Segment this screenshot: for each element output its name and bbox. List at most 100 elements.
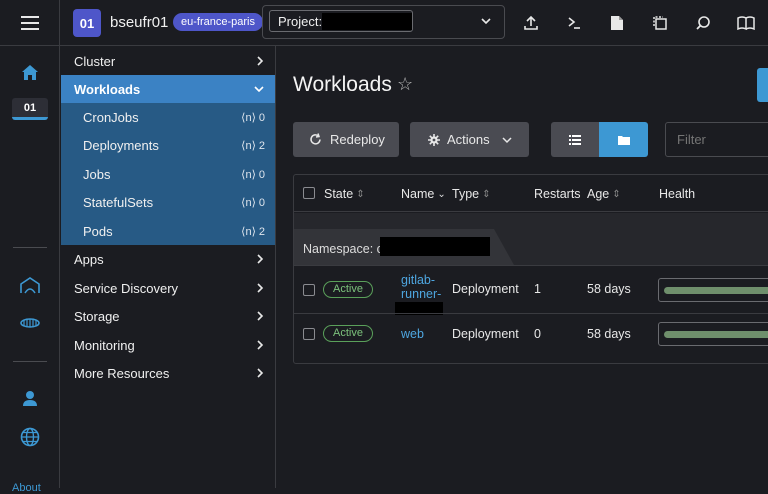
helm-icon <box>20 318 40 328</box>
folder-icon <box>617 135 630 145</box>
nav-jobs[interactable]: Jobs ⟨n⟩ 0 <box>61 160 275 188</box>
filter-input[interactable] <box>665 122 768 157</box>
resource-count: ⟨n⟩ 0 <box>241 196 265 210</box>
copy-kubeconfig-button[interactable] <box>638 0 682 46</box>
column-label: Restarts <box>534 187 581 201</box>
column-header-name[interactable]: Name ⌄ <box>401 187 446 201</box>
row-checkbox[interactable] <box>303 328 315 340</box>
globe-icon <box>20 427 40 447</box>
count-value: 2 <box>258 139 265 152</box>
view-toggle <box>551 122 648 157</box>
namespace-group-header: Namespace: c- <box>294 213 768 265</box>
gear-icon <box>428 133 440 146</box>
nav-cronjobs[interactable]: CronJobs ⟨n⟩ 0 <box>61 103 275 131</box>
list-icon <box>569 134 581 145</box>
fleet-icon <box>20 277 40 294</box>
app-rail: 01 About <box>0 46 60 494</box>
table-row: Active web Deployment 0 58 days <box>294 313 768 354</box>
chevron-right-icon <box>255 54 265 71</box>
docs-button[interactable] <box>724 0 768 46</box>
resource-count: ⟨n⟩ 2 <box>241 225 265 239</box>
health-bar-fill <box>664 331 768 338</box>
cluster-badge: 01 <box>73 9 101 37</box>
cluster-management-button[interactable] <box>0 316 60 330</box>
top-bar: 01 bseufr01 eu-france-paris Project: <box>0 0 768 46</box>
cluster-name: bseufr01 <box>110 14 169 31</box>
column-header-state[interactable]: State ⇕ <box>324 187 365 201</box>
nav-item-label: Workloads <box>74 81 141 97</box>
namespaced-icon: ⟨n⟩ <box>241 169 256 181</box>
chevron-down-icon <box>253 82 265 99</box>
sort-icon: ⇕ <box>612 188 621 200</box>
column-header-restarts[interactable]: Restarts <box>534 187 581 201</box>
count-value: 0 <box>258 111 265 124</box>
nav-service-discovery[interactable]: Service Discovery <box>61 274 275 302</box>
name-line: runner- <box>401 287 442 301</box>
chevron-right-icon <box>255 338 265 355</box>
column-label: State <box>324 187 354 201</box>
nav-item-label: Storage <box>74 308 120 324</box>
nav-statefulsets[interactable]: StatefulSets ⟨n⟩ 0 <box>61 188 275 216</box>
chevron-down-icon <box>502 136 512 143</box>
download-kubeconfig-button[interactable] <box>595 0 639 46</box>
count-value: 2 <box>258 225 265 238</box>
nav-more-resources[interactable]: More Resources <box>61 359 275 387</box>
actions-button[interactable]: Actions <box>410 122 529 157</box>
resource-search-button[interactable] <box>681 0 725 46</box>
nav-apps[interactable]: Apps <box>61 245 275 273</box>
row-checkbox[interactable] <box>303 284 315 296</box>
sort-icon: ⌄ <box>437 188 446 200</box>
nav-pods[interactable]: Pods ⟨n⟩ 2 <box>61 217 275 245</box>
type-cell: Deployment <box>452 282 519 296</box>
menu-icon <box>20 16 39 30</box>
chevron-right-icon <box>255 281 265 298</box>
column-header-age[interactable]: Age ⇕ <box>587 187 621 201</box>
health-bar-fill <box>664 287 768 294</box>
namespace-label: Namespace: c- <box>303 242 388 256</box>
nav-deployments[interactable]: Deployments ⟨n⟩ 2 <box>61 131 275 159</box>
page-title: Workloads <box>293 73 392 96</box>
star-icon[interactable]: ☆ <box>397 74 413 95</box>
nav-item-label: Apps <box>74 251 104 267</box>
workload-name-link[interactable]: web <box>401 327 424 341</box>
fleet-button[interactable] <box>0 276 60 294</box>
sort-icon: ⇕ <box>482 188 491 200</box>
select-all-checkbox[interactable] <box>303 187 315 199</box>
nav-storage[interactable]: Storage <box>61 302 275 330</box>
nav-sub-label: Deployments <box>83 137 159 153</box>
nav-sub-label: Pods <box>83 223 113 239</box>
nav-cluster[interactable]: Cluster <box>61 47 275 75</box>
chevron-right-icon <box>255 309 265 326</box>
import-yaml-button[interactable] <box>509 0 553 46</box>
flat-list-button[interactable] <box>551 122 599 157</box>
menu-button[interactable] <box>0 0 60 46</box>
users-button[interactable] <box>0 390 60 407</box>
create-button[interactable] <box>757 68 768 102</box>
chevron-down-icon[interactable] <box>480 14 492 32</box>
resource-count: ⟨n⟩ 0 <box>241 168 265 182</box>
rail-cluster-button[interactable]: 01 <box>12 98 48 120</box>
project-label: Project: <box>278 14 323 29</box>
chevron-right-icon <box>255 252 265 269</box>
nav-monitoring[interactable]: Monitoring <box>61 331 275 359</box>
refresh-icon <box>310 133 321 145</box>
workload-name-link[interactable]: gitlab- runner- <box>401 273 441 301</box>
redeploy-button[interactable]: Redeploy <box>293 122 399 157</box>
health-bar <box>658 322 768 346</box>
kubectl-shell-button[interactable] <box>552 0 596 46</box>
global-settings-button[interactable] <box>0 427 60 447</box>
nav-workloads[interactable]: Workloads <box>61 75 275 103</box>
namespaced-icon: ⟨n⟩ <box>241 197 256 209</box>
group-by-namespace-button[interactable] <box>599 122 648 157</box>
nav-item-label: More Resources <box>74 365 170 381</box>
namespaced-icon: ⟨n⟩ <box>241 226 256 238</box>
book-icon <box>737 16 755 30</box>
nav-item-label: Service Discovery <box>74 280 179 296</box>
restarts-cell: 1 <box>534 282 541 296</box>
column-header-type[interactable]: Type ⇕ <box>452 187 491 201</box>
about-link[interactable]: About <box>12 482 41 494</box>
nav-sub-label: StatefulSets <box>83 194 154 210</box>
home-button[interactable] <box>0 64 60 81</box>
nav-sub-label: CronJobs <box>83 109 139 125</box>
status-badge: Active <box>323 325 373 342</box>
